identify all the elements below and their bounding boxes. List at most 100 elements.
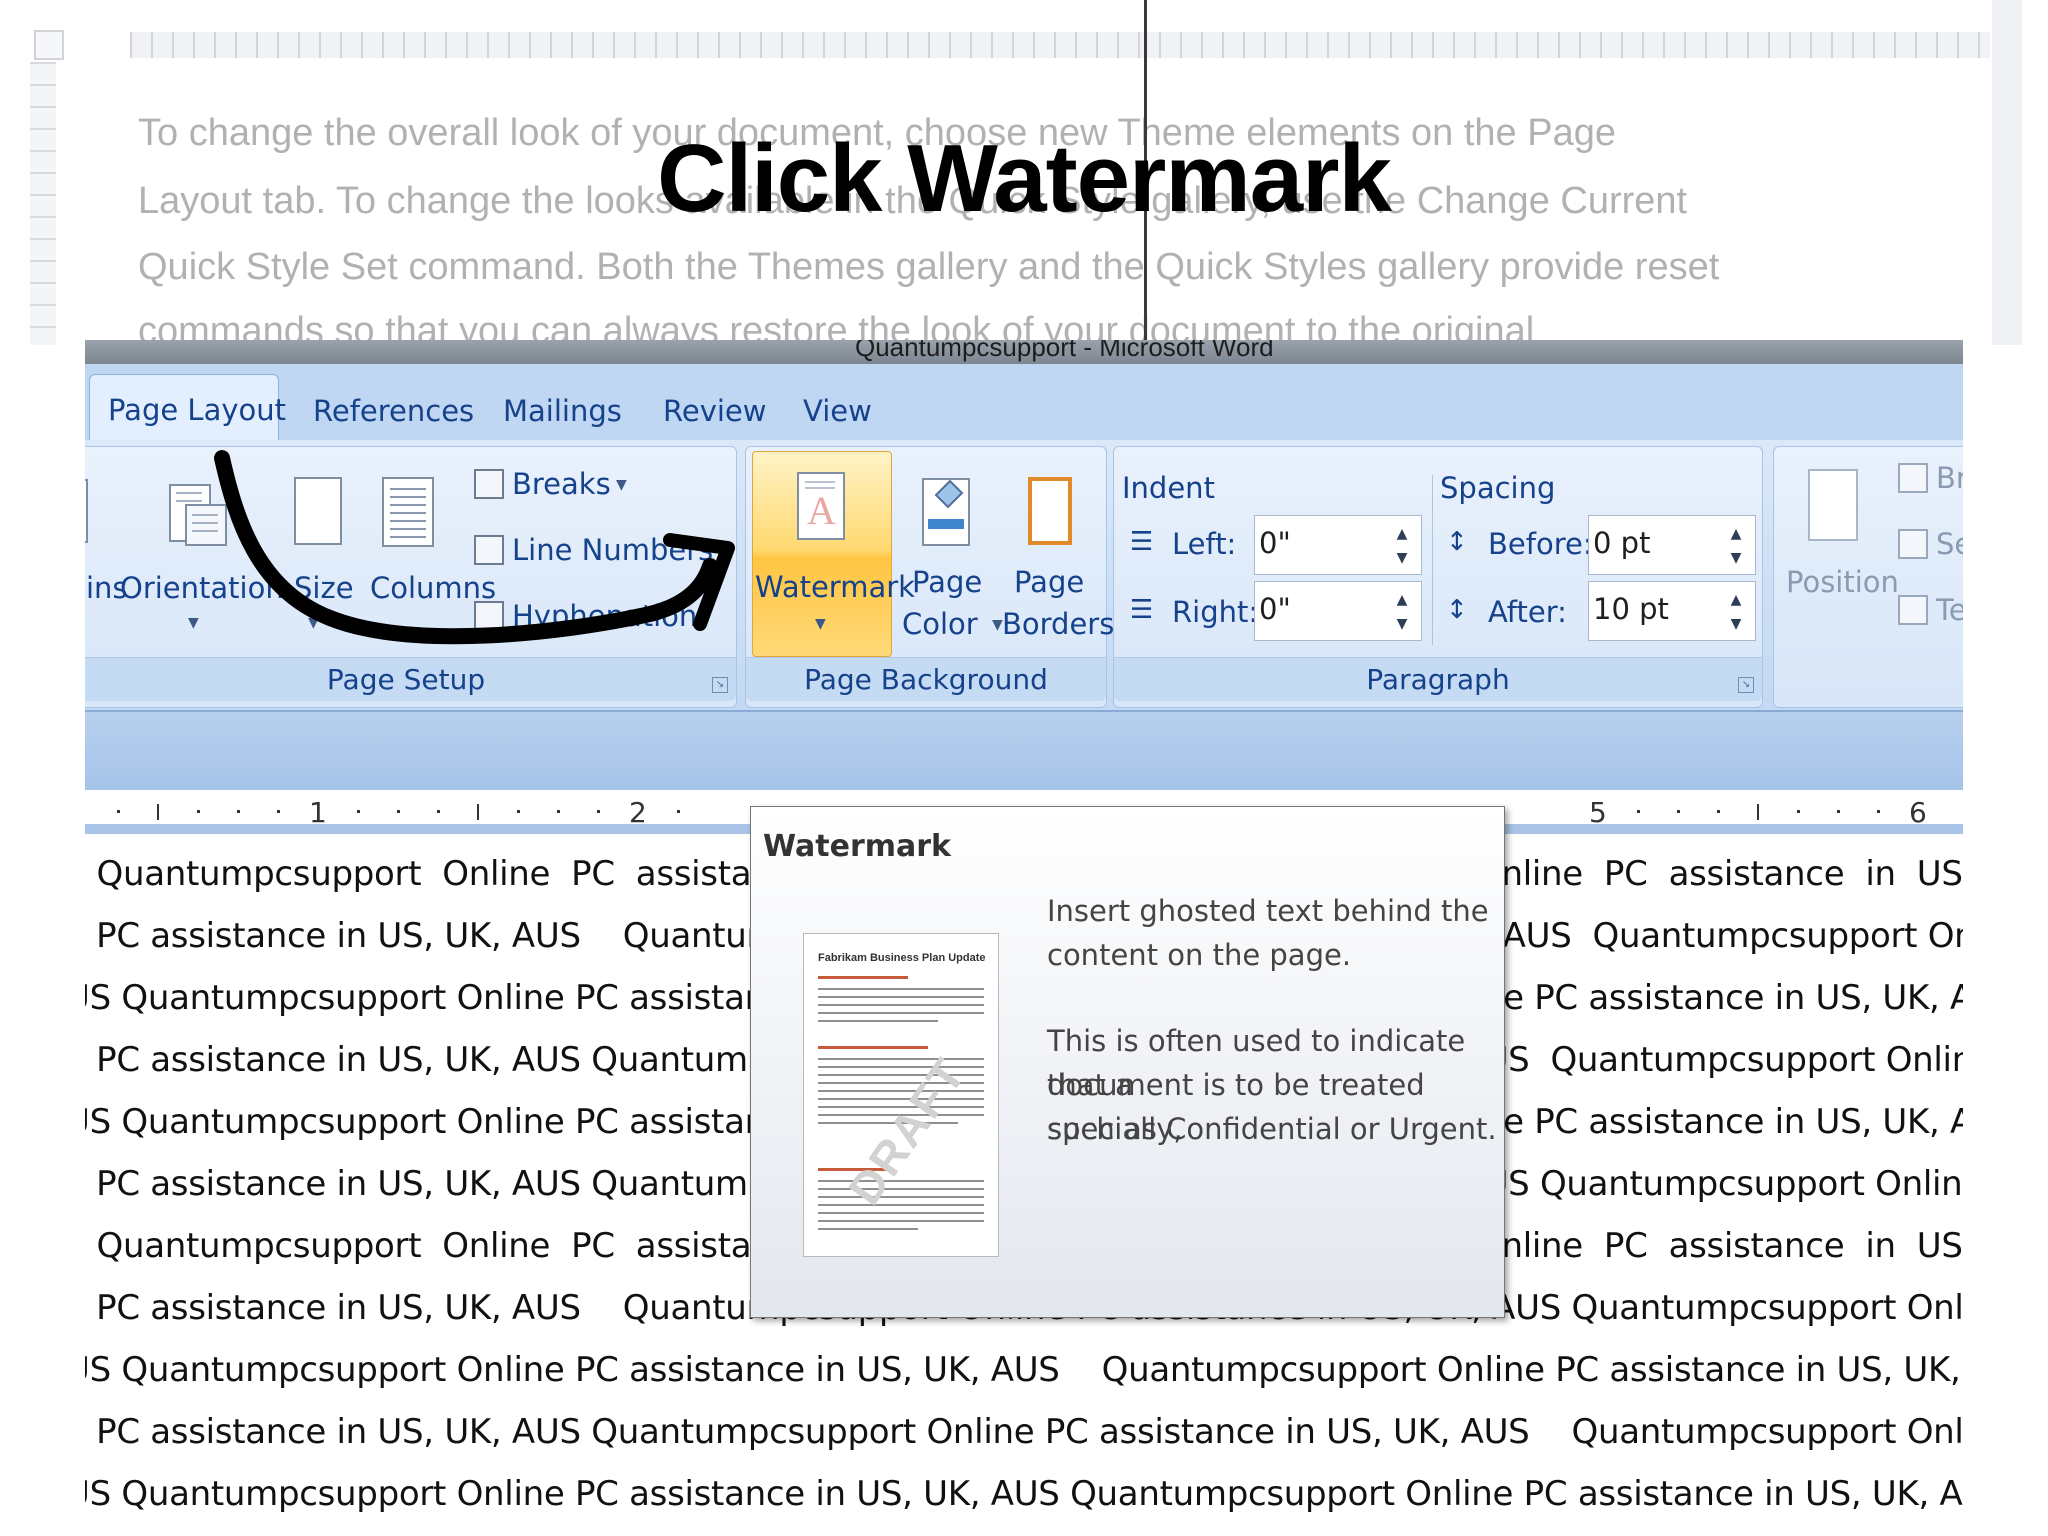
dialog-launcher-icon[interactable]: ↘ [1738, 677, 1754, 693]
ruler-dot [1717, 810, 1720, 813]
title-bar: Quantumpcsupport - Microsoft Word [85, 340, 1963, 364]
spinner-arrows-icon[interactable]: ▲ ▼ [1393, 588, 1411, 636]
preview-line [818, 996, 984, 998]
position-button[interactable]: Position [1786, 565, 1899, 599]
ruler-dot [117, 810, 120, 813]
hyphenation-button[interactable]: Hyphenation [512, 599, 697, 633]
indent-right-value: 0" [1259, 592, 1291, 626]
ruler-dot [1637, 810, 1640, 813]
preview-line [818, 1228, 918, 1230]
page-setup-group: ins Orientation ▼ Size ▼ Columns Breaks … [85, 446, 737, 708]
position-icon [1808, 469, 1858, 541]
breaks-icon [474, 469, 504, 499]
chevron-down-icon: ▼ [188, 615, 199, 631]
tab-references[interactable]: References [313, 394, 474, 428]
group-label: Page Background [746, 657, 1106, 701]
columns-button[interactable]: Columns [370, 571, 496, 605]
ruler-tick [477, 804, 479, 820]
spacing-before-spinner[interactable]: 0 pt ▲ ▼ [1588, 515, 1756, 575]
send-backward-button[interactable]: Se [1936, 527, 1963, 561]
tooltip-description-line: such as Confidential or Urgent. [1047, 1112, 1497, 1146]
tab-mailings[interactable]: Mailings [503, 394, 622, 428]
page-color-icon [922, 473, 972, 551]
ruler-tick [157, 804, 159, 820]
ruler-dot [1797, 810, 1800, 813]
indent-right-spinner[interactable]: 0" ▲ ▼ [1254, 581, 1422, 641]
line-numbers-button[interactable]: Line Numbers [512, 533, 713, 567]
spinner-arrows-icon[interactable]: ▲ ▼ [1727, 588, 1745, 636]
page-borders-icon [1028, 473, 1074, 551]
dialog-launcher-icon[interactable]: ↘ [712, 677, 728, 693]
chevron-down-icon: ▼ [308, 615, 319, 631]
indent-left-spinner[interactable]: 0" ▲ ▼ [1254, 515, 1422, 575]
text-wrapping-button[interactable]: Te [1936, 593, 1963, 627]
ruler-dot [357, 810, 360, 813]
page-background-group: A Watermark ▼ Page Color ▼ Page Borders … [745, 446, 1114, 708]
page-borders-button[interactable]: Page [1014, 565, 1084, 599]
tab-page-layout[interactable]: Page Layout [89, 374, 286, 446]
preview-line [818, 1212, 984, 1214]
spacing-after-value: 10 pt [1593, 592, 1669, 626]
preview-line [818, 1204, 984, 1206]
document-line: US Quantumpcsupport Online PC assistance… [85, 1350, 1961, 1390]
size-button[interactable]: Size [294, 571, 354, 605]
page-color-button[interactable]: Page [912, 565, 982, 599]
send-backward-icon [1898, 529, 1928, 559]
bring-forward-icon [1898, 463, 1928, 493]
tab-view[interactable]: View [803, 394, 872, 428]
indent-left-icon: ☰ [1130, 527, 1154, 557]
tab-label: Page Layout [108, 393, 287, 427]
ruler-number: 6 [1909, 796, 1927, 829]
tooltip-title: Watermark [763, 829, 951, 864]
spinner-arrows-icon[interactable]: ▲ ▼ [1727, 522, 1745, 570]
tab-review[interactable]: Review [663, 394, 766, 428]
slide-title: Click Watermark [657, 125, 1392, 232]
preview-line [818, 1046, 928, 1049]
indent-right-label: Right: [1172, 595, 1259, 629]
preview-line [818, 976, 908, 979]
hyphenation-icon [474, 601, 504, 631]
watermark-icon: A [797, 472, 847, 546]
preview-line [818, 1004, 984, 1006]
size-icon [294, 477, 342, 545]
watermark-button[interactable]: A Watermark ▼ [752, 451, 915, 657]
ruler-number: 1 [309, 796, 327, 829]
ruler-dot [677, 810, 680, 813]
ruler-dot [1677, 810, 1680, 813]
spacing-after-spinner[interactable]: 10 pt ▲ ▼ [1588, 581, 1756, 641]
paragraph-group: Indent Spacing ☰ Left: 0" ▲ ▼ ☰ Right: 0"… [1113, 446, 1763, 708]
columns-icon [382, 477, 434, 551]
ruler-dot [197, 810, 200, 813]
chevron-down-icon: ▼ [815, 616, 826, 632]
arrange-group: Position Br Se Te [1773, 446, 1963, 708]
page-borders-button-line2[interactable]: Borders [1002, 607, 1114, 641]
bring-forward-button[interactable]: Br [1936, 461, 1963, 495]
group-label: Paragraph [1114, 657, 1762, 701]
breaks-button[interactable]: Breaks [512, 467, 611, 501]
tooltip-description-line: content on the page. [1047, 938, 1352, 972]
indent-left-value: 0" [1259, 526, 1291, 560]
orientation-button[interactable]: Orientation [120, 571, 284, 605]
page-color-button-line2[interactable]: Color [902, 607, 978, 641]
spacing-before-label: Before: [1488, 527, 1593, 561]
preview-line [818, 1020, 938, 1022]
document-line: US Quantumpcsupport Online PC assistance… [85, 1474, 1963, 1514]
ruler-dot [437, 810, 440, 813]
preview-line [818, 1220, 984, 1222]
spacing-before-value: 0 pt [1593, 526, 1651, 560]
ruler-dot [597, 810, 600, 813]
indent-left-label: Left: [1172, 527, 1237, 561]
ribbon: ins Orientation ▼ Size ▼ Columns Breaks … [85, 440, 1963, 710]
chevron-down-icon: ▼ [616, 477, 627, 493]
preview-line [818, 988, 984, 990]
indent-heading: Indent [1122, 471, 1215, 505]
spacing-after-icon: ↕ [1446, 595, 1468, 625]
spinner-arrows-icon[interactable]: ▲ ▼ [1393, 522, 1411, 570]
margins-icon [85, 479, 88, 543]
ruler-dot [277, 810, 280, 813]
watermark-label: Watermark [755, 570, 915, 604]
orientation-icon [168, 477, 230, 553]
line-numbers-icon [474, 535, 504, 565]
ruler-tick [1757, 804, 1759, 820]
preview-line [818, 1058, 984, 1060]
